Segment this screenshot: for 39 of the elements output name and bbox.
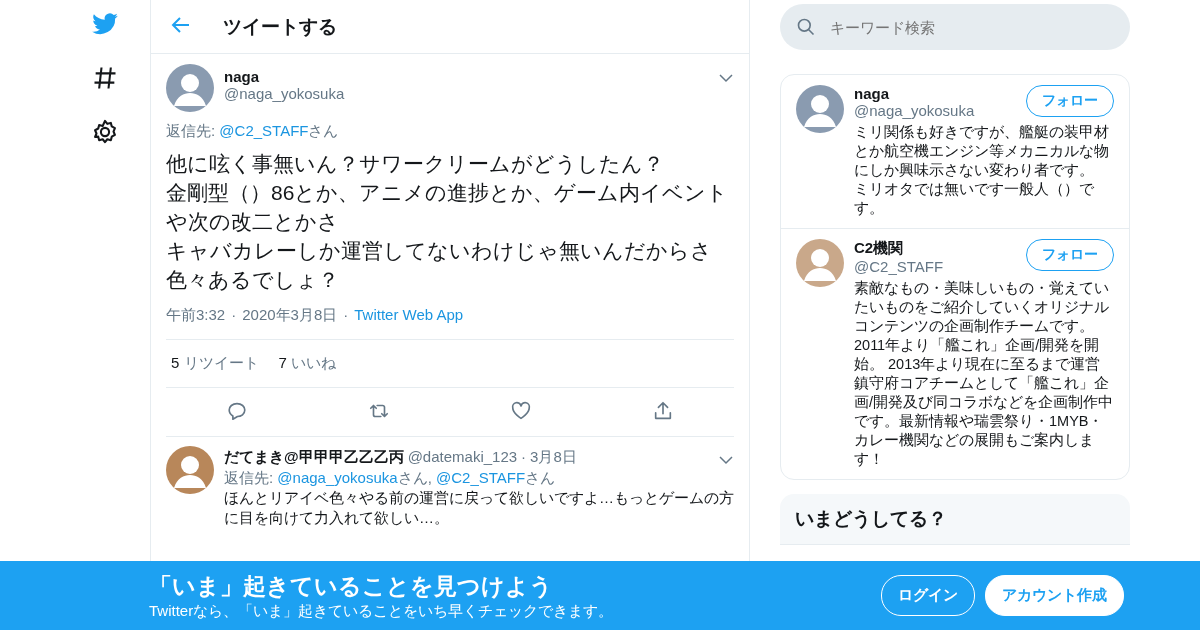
separator: ·: [343, 306, 349, 325]
user-bio: 素敵なもの・美味しいもの・覚えていたいものをご紹介していくオリジナルコンテンツの企画制作チームです。2011年より「艦これ」企画/開発を開始。 2013年より現在に至るまで運営鎮守府コアチームとして「艦これ」企画/開発及び同コラボなどを企画制作中です。最新情報や瑞雲祭り・1MYB・カレー機関などの展開もご案内します！: [854, 279, 1114, 469]
banner-title: 「いま」起きていることを見つけよう: [149, 571, 554, 601]
user-handle: @C2_STAFF: [854, 258, 945, 275]
search-field[interactable]: キーワード検索: [780, 4, 1130, 50]
banner-subtitle: Twitterなら、「いま」起きていることをいち早くチェックできます。: [149, 601, 615, 621]
mention-link[interactable]: @naga_yokosuka: [277, 469, 398, 486]
signup-button[interactable]: アカウント作成: [985, 575, 1124, 616]
reply-to-line: 返信先: @naga_yokosukaさん, @C2_STAFFさん: [224, 468, 557, 488]
mention-link[interactable]: @C2_STAFF: [219, 122, 309, 139]
follow-button[interactable]: フォロー: [1026, 85, 1114, 117]
user-handle: @naga_yokosuka: [224, 85, 346, 102]
follow-button[interactable]: フォロー: [1026, 239, 1114, 271]
source-link[interactable]: Twitter Web App: [354, 306, 464, 325]
login-button[interactable]: ログイン: [881, 575, 975, 616]
settings-icon[interactable]: [91, 118, 119, 146]
avatar[interactable]: [796, 85, 844, 133]
tweet-time: 午前3:32: [166, 306, 226, 325]
mention-link[interactable]: @C2_STAFF: [436, 469, 526, 486]
separator: ·: [231, 306, 237, 325]
user-name: だてまき@甲甲甲乙乙乙丙: [224, 447, 404, 467]
user-name: naga: [854, 85, 890, 102]
user-handle: @datemaki_123: [407, 447, 518, 467]
stat-count[interactable]: 5 リツイート: [171, 354, 259, 373]
user-handle: @naga_yokosuka: [854, 102, 976, 119]
section-title: いまどうしてる？: [795, 507, 948, 531]
tweet-text: 他に呟く事無いん？サワークリームがどうしたん？ 金剛型（）86とか、アニメの進捗とか、ゲーム内イベントや次の改二とかさ キャバカレーしか運営してないわけじゃ無いんだからさ色々あるでしょ？: [166, 151, 730, 293]
tweet-date: 3月8日: [530, 447, 577, 467]
user-name: C2機関: [854, 239, 905, 258]
stat-count[interactable]: 7 いいね: [278, 354, 337, 373]
separator: ·: [521, 447, 527, 467]
avatar[interactable]: [166, 446, 214, 494]
user-name: naga: [224, 68, 260, 85]
reply-to-line: 返信先: @C2_STAFFさん: [166, 122, 340, 141]
tweet-date: 2020年3月8日: [242, 306, 338, 325]
user-bio: ミリ関係も好きですが、艦艇の装甲材とか航空機エンジン等メカニカルな物にしか興味示さない変わり者です。 ミリオタでは無いです一般人（）です。: [854, 123, 1110, 218]
reply-text: ほんとリアイベ色々やる前の運営に戻って欲しいですよ…もっとゲームの方に目を向けて力入れて欲しい…。: [224, 488, 734, 528]
page-title: ツイートする: [223, 14, 337, 39]
avatar[interactable]: [166, 64, 214, 112]
